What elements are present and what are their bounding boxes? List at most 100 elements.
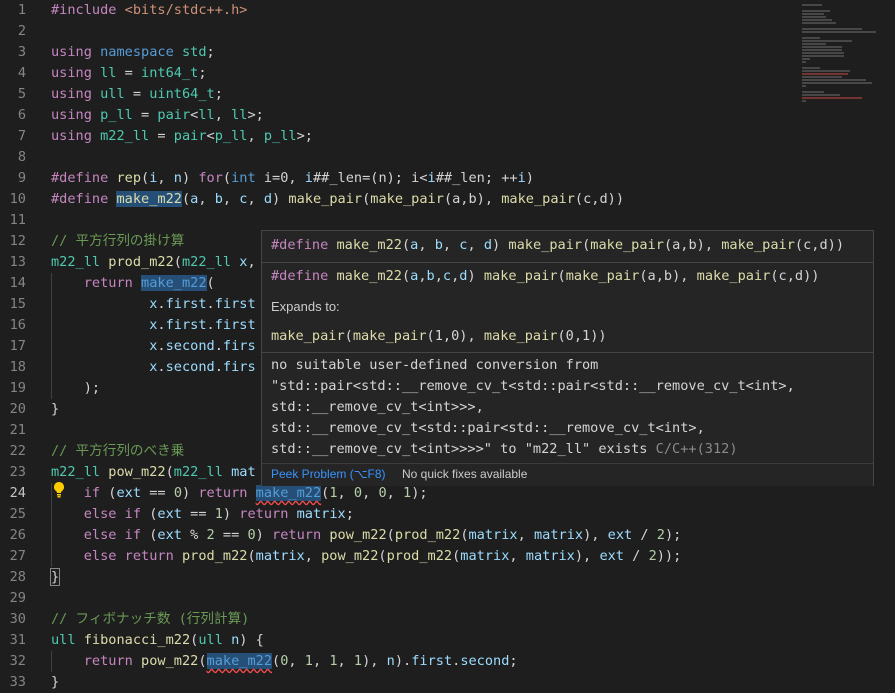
- lightbulb-icon[interactable]: [51, 481, 67, 499]
- code-token: pow_m22: [141, 653, 199, 669]
- line-code: using ull = uint64_t;: [51, 84, 223, 105]
- code-token: first: [411, 653, 453, 669]
- code-token: (: [247, 548, 256, 564]
- code-token: b: [214, 191, 223, 207]
- code-token: }: [51, 401, 60, 417]
- minimap-line: [802, 58, 810, 60]
- code-token: ) {: [239, 632, 264, 648]
- line-code: return pow_m22(make_m22(0, 1, 1, 1), n).…: [51, 651, 518, 672]
- minimap-line: [802, 28, 862, 30]
- line-code: else if (ext % 2 == 0) return pow_m22(pr…: [51, 525, 682, 546]
- code-token: second: [460, 653, 510, 669]
- code-line[interactable]: 10 #define make_m22(a, b, c, d) make_pair…: [0, 189, 800, 210]
- code-line[interactable]: 8: [0, 147, 800, 168]
- code-line[interactable]: 28}: [0, 567, 800, 588]
- line-number: 24: [9, 485, 26, 501]
- code-token: make_pair: [483, 268, 558, 284]
- code-token: p_ll: [263, 128, 297, 144]
- code-line[interactable]: 27 else return prod_m22(matrix, pow_m22(…: [0, 546, 800, 567]
- macro-definition-1: #define make_m22(a, b, c, d) make_pair(m…: [271, 237, 844, 253]
- code-token: (: [141, 527, 158, 543]
- code-token: ,: [247, 254, 256, 270]
- code-token: m22_ll: [181, 254, 232, 270]
- code-line[interactable]: 24 if (ext == 0) return make_m22(1, 0, 0…: [0, 483, 800, 504]
- code-token: #define: [271, 237, 337, 253]
- code-token: }: [49, 568, 61, 586]
- code-line[interactable]: 29: [0, 588, 800, 609]
- line-code: m22_ll prod_m22(m22_ll x,: [51, 252, 256, 273]
- indent-guide: [51, 651, 52, 672]
- code-token: first: [165, 296, 207, 312]
- code-line[interactable]: 31 ull fibonacci_m22(ull n) {: [0, 630, 800, 651]
- code-token: ;: [198, 65, 207, 81]
- minimap[interactable]: [800, 0, 880, 110]
- code-token: (a,b),: [639, 268, 697, 284]
- code-line[interactable]: 32 return pow_m22(make_m22(0, 1, 1, 1), …: [0, 651, 800, 672]
- code-line[interactable]: 3 using namespace std;: [0, 42, 800, 63]
- line-number: 2: [17, 23, 26, 39]
- code-token: return: [83, 275, 133, 291]
- code-token: #include: [51, 2, 125, 18]
- code-line[interactable]: 33}: [0, 672, 800, 693]
- code-token: make_pair: [352, 328, 427, 344]
- code-token: .: [206, 317, 215, 333]
- code-line[interactable]: 11: [0, 210, 800, 231]
- code-token: // フィボナッチ数 (行列計算): [51, 611, 250, 627]
- code-line[interactable]: 6 using p_ll = pair<ll, ll>;: [0, 105, 800, 126]
- line-code: x.second.firs: [51, 336, 255, 357]
- code-token: .: [206, 296, 215, 312]
- indent-guide: [51, 315, 52, 336]
- hover-widget: #define make_m22(a, b, c, d) make_pair(m…: [261, 230, 874, 486]
- peek-problem-link[interactable]: Peek Problem (⌥F8): [271, 467, 386, 481]
- divider: [262, 352, 873, 353]
- code-line[interactable]: 30 // フィボナッチ数 (行列計算): [0, 609, 800, 630]
- code-line[interactable]: 2: [0, 21, 800, 42]
- code-line[interactable]: 4 using ll = int64_t;: [0, 63, 800, 84]
- line-code: // フィボナッチ数 (行列計算): [51, 609, 249, 630]
- code-token: for: [198, 170, 223, 186]
- code-token: ,: [304, 548, 322, 564]
- code-token: );: [411, 485, 428, 501]
- line-code: using namespace std;: [51, 42, 215, 63]
- code-token: ));: [656, 548, 682, 564]
- code-line[interactable]: 26 else if (ext % 2 == 0) return pow_m22…: [0, 525, 800, 546]
- code-token: uint64_t: [149, 86, 215, 102]
- minimap-line: [802, 13, 824, 15]
- code-token: >;: [247, 107, 264, 123]
- indent-guide: [51, 525, 52, 546]
- code-line[interactable]: 9 #define rep(i, n) for(int i=0, i##_len=…: [0, 168, 800, 189]
- code-token: ,: [222, 191, 240, 207]
- code-token: 1: [304, 653, 313, 669]
- code-line[interactable]: 25 else if (ext == 1) return matrix;: [0, 504, 800, 525]
- code-token: ,: [214, 107, 232, 123]
- code-token: ;: [509, 653, 518, 669]
- code-token: ##_len=(n); i<: [312, 170, 428, 186]
- code-token: (0,1)): [557, 328, 607, 344]
- code-token: ,: [509, 548, 526, 564]
- code-token: ,: [362, 485, 379, 501]
- minimap-line: [802, 73, 848, 75]
- code-token: (c,d)): [574, 191, 625, 207]
- code-line[interactable]: 5 using ull = uint64_t;: [0, 84, 800, 105]
- code-token: pair: [173, 128, 207, 144]
- divider: [262, 262, 873, 263]
- code-line[interactable]: 1 #include <bits/stdc++.h>: [0, 0, 800, 21]
- code-token: return: [83, 653, 133, 669]
- code-token: ): [492, 237, 509, 253]
- code-token: (c,d)): [770, 268, 820, 284]
- code-token: make_m22: [336, 268, 402, 284]
- code-token: .: [157, 338, 166, 354]
- code-token: ll: [231, 107, 248, 123]
- code-token: ll: [100, 65, 117, 81]
- code-token: <: [206, 128, 215, 144]
- code-token: p_ll: [100, 107, 133, 123]
- code-token: 0: [353, 485, 363, 501]
- code-token: using: [51, 107, 92, 123]
- code-token: ext: [599, 548, 624, 564]
- code-line[interactable]: 7 using m22_ll = pair<p_ll, p_ll>;: [0, 126, 800, 147]
- line-number: 1: [17, 2, 26, 18]
